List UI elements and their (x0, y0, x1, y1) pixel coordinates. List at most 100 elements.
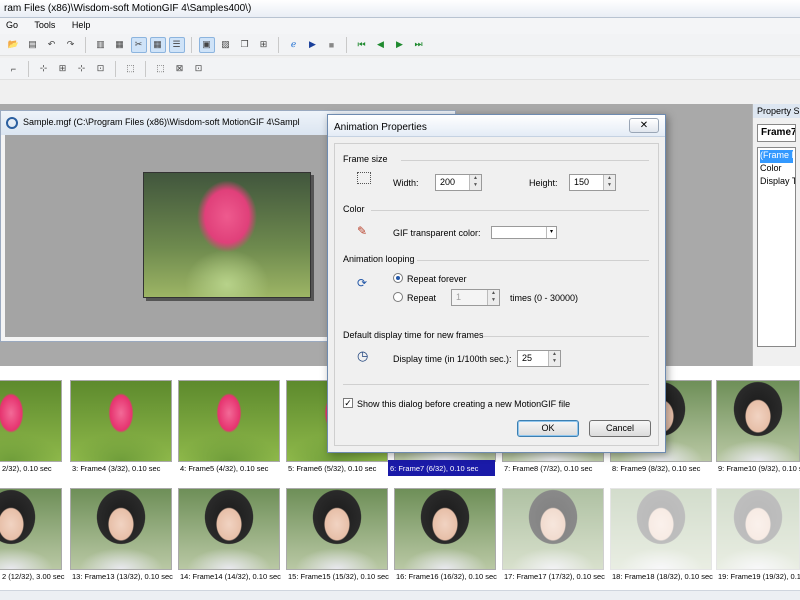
menu-bar: Go Tools Help (0, 18, 800, 34)
stretch-icon[interactable]: ⊠ (172, 61, 188, 77)
frame-thumbnail[interactable] (716, 488, 800, 570)
toolbar-separator (28, 60, 29, 77)
frame-caption: 7: Frame8 (7/32), 0.10 sec (504, 464, 593, 473)
frame-caption: 3: Frame4 (3/32), 0.10 sec (72, 464, 161, 473)
align-right-icon[interactable]: ⊹ (74, 61, 90, 77)
tree-icon[interactable]: ⊞ (256, 37, 272, 53)
grid-icon[interactable]: ▦ (112, 37, 128, 53)
frame-thumbnail[interactable] (610, 488, 712, 570)
scissors-icon[interactable]: ✂ (130, 36, 147, 53)
group-divider (401, 160, 649, 161)
document-icon (6, 117, 18, 129)
toolbar-separator (85, 36, 86, 53)
stop-icon[interactable]: ■ (324, 37, 340, 53)
display-time-label: Display time (in 1/100th sec.): (393, 354, 512, 364)
frame-thumbnail[interactable] (178, 488, 280, 570)
repeat-forever-label: Repeat forever (407, 274, 467, 284)
last-frame-icon[interactable]: ⏭ (411, 37, 427, 53)
clock-icon: ◷ (357, 348, 369, 363)
toolbar-separator (145, 60, 146, 77)
frame-caption-selected: 6: Frame7 (6/32), 0.10 sec (388, 460, 495, 476)
width-input[interactable]: 200 ▲ ▼ (435, 174, 482, 191)
next-frame-icon[interactable]: ▶ (392, 37, 408, 53)
frame-caption: 17: Frame17 (17/32), 0.10 sec (504, 572, 605, 581)
list-view-icon[interactable]: ☰ (168, 36, 185, 53)
properties-icon[interactable]: ▣ (198, 36, 215, 53)
open-icon[interactable]: 📂 (6, 37, 22, 53)
property-row-frame-name[interactable]: (Frame Na (760, 150, 795, 163)
show-dialog-checkbox[interactable]: ✓ (343, 398, 353, 408)
property-sheet: Property Sh Frame7 (Frame Na Color Displ… (752, 104, 800, 366)
first-frame-icon[interactable]: ⏮ (354, 37, 370, 53)
frame-caption: 4: Frame5 (4/32), 0.10 sec (180, 464, 269, 473)
display-time-input[interactable]: 25 ▲ ▼ (517, 350, 561, 367)
cancel-button[interactable]: Cancel (589, 420, 651, 437)
frame-caption: 8: Frame9 (8/32), 0.10 sec (612, 464, 701, 473)
main-toolbar: 📂 ▤ ↶ ↷ ▥ ▦ ✂ ▦ ☰ ▣ ▨ ❐ ⊞ ℯ ▶ ■ ⏮ ◀ ▶ ⏭ (0, 34, 800, 56)
frame-thumbnail[interactable] (0, 380, 62, 462)
frame-size-heading: Frame size (343, 154, 388, 164)
edit-toolbar: ⌐ ⊹ ⊞ ⊹ ⊡ ⬚ ⬚ ⊠ ⊡ (0, 58, 800, 80)
tile-view-icon[interactable]: ▦ (149, 36, 166, 53)
frame-icon[interactable]: ▥ (93, 37, 109, 53)
property-row-color[interactable]: Color (760, 163, 793, 176)
toolbar-separator (346, 36, 347, 53)
prev-frame-icon[interactable]: ◀ (373, 37, 389, 53)
frame-thumbnail[interactable] (178, 380, 280, 462)
width-spinner[interactable]: ▲ ▼ (469, 175, 481, 190)
group-divider (343, 384, 649, 385)
times-range-label: times (0 - 30000) (510, 293, 579, 303)
display-time-value: 25 (522, 353, 533, 363)
redo-icon[interactable]: ↷ (63, 37, 79, 53)
frame-thumbnail[interactable] (716, 380, 800, 462)
repeat-count-input[interactable]: 1 ▲ ▼ (451, 289, 500, 306)
height-input[interactable]: 150 ▲ ▼ (569, 174, 616, 191)
frame-caption: 14: Frame14 (14/32), 0.10 sec (180, 572, 281, 581)
paste-icon[interactable]: ▤ (25, 37, 41, 53)
frame-thumbnail[interactable] (394, 488, 496, 570)
frame-thumbnail[interactable] (70, 488, 172, 570)
group-divider (371, 210, 649, 211)
frame-thumbnail[interactable] (70, 380, 172, 462)
object-selector[interactable]: Frame7 (757, 124, 796, 142)
frame-thumbnail[interactable] (502, 488, 604, 570)
menu-tools[interactable]: Tools (34, 20, 55, 30)
property-sheet-header: Property Sh (753, 104, 800, 118)
resize-icon[interactable]: ⬚ (153, 61, 169, 77)
align-center-icon[interactable]: ⊞ (55, 61, 71, 77)
fit-icon[interactable]: ⊡ (191, 61, 207, 77)
undo-icon[interactable]: ↶ (44, 37, 60, 53)
align-left-icon[interactable]: ⊹ (36, 61, 52, 77)
distribute-icon[interactable]: ⊡ (93, 61, 109, 77)
status-bar (0, 590, 800, 600)
transparent-color-label: GIF transparent color: (393, 228, 481, 238)
repeat-forever-radio[interactable] (393, 273, 403, 283)
transform-icon[interactable]: ⬚ (123, 61, 139, 77)
width-label: Width: (393, 178, 419, 188)
ok-button[interactable]: OK (517, 420, 579, 437)
dialog-title-bar[interactable]: Animation Properties ✕ (328, 115, 665, 137)
display-time-spinner[interactable]: ▲ ▼ (548, 351, 560, 366)
dialog-body: Frame size Width: 200 ▲ ▼ Height: 150 ▲ ▼ … (334, 143, 659, 446)
frame-caption: 13: Frame13 (13/32), 0.10 sec (72, 572, 173, 581)
property-row-display-time[interactable]: Display Ti (760, 176, 795, 189)
repeat-count-spinner[interactable]: ▲ ▼ (487, 290, 499, 305)
image-icon[interactable]: ▨ (218, 37, 234, 53)
height-value: 150 (574, 177, 590, 187)
repeat-count-value: 1 (456, 292, 462, 302)
height-spinner[interactable]: ▲ ▼ (603, 175, 615, 190)
browser-icon[interactable]: ℯ (286, 37, 302, 53)
height-label: Height: (529, 178, 558, 188)
frame-thumbnail[interactable] (0, 488, 62, 570)
window-title: ram Files (x86)\Wisdom-soft MotionGIF 4\… (0, 0, 800, 18)
transparent-color-dropdown[interactable]: ▾ (491, 226, 557, 239)
copy-frame-icon[interactable]: ❐ (237, 37, 253, 53)
repeat-count-radio[interactable] (393, 292, 403, 302)
menu-go[interactable]: Go (6, 20, 18, 30)
frame-thumbnail[interactable] (286, 488, 388, 570)
frame-caption: 5: Frame6 (5/32), 0.10 sec (288, 464, 377, 473)
play-icon[interactable]: ▶ (305, 37, 321, 53)
crop-icon[interactable]: ⌐ (6, 61, 22, 77)
close-icon[interactable]: ✕ (629, 118, 659, 133)
menu-help[interactable]: Help (72, 20, 91, 30)
